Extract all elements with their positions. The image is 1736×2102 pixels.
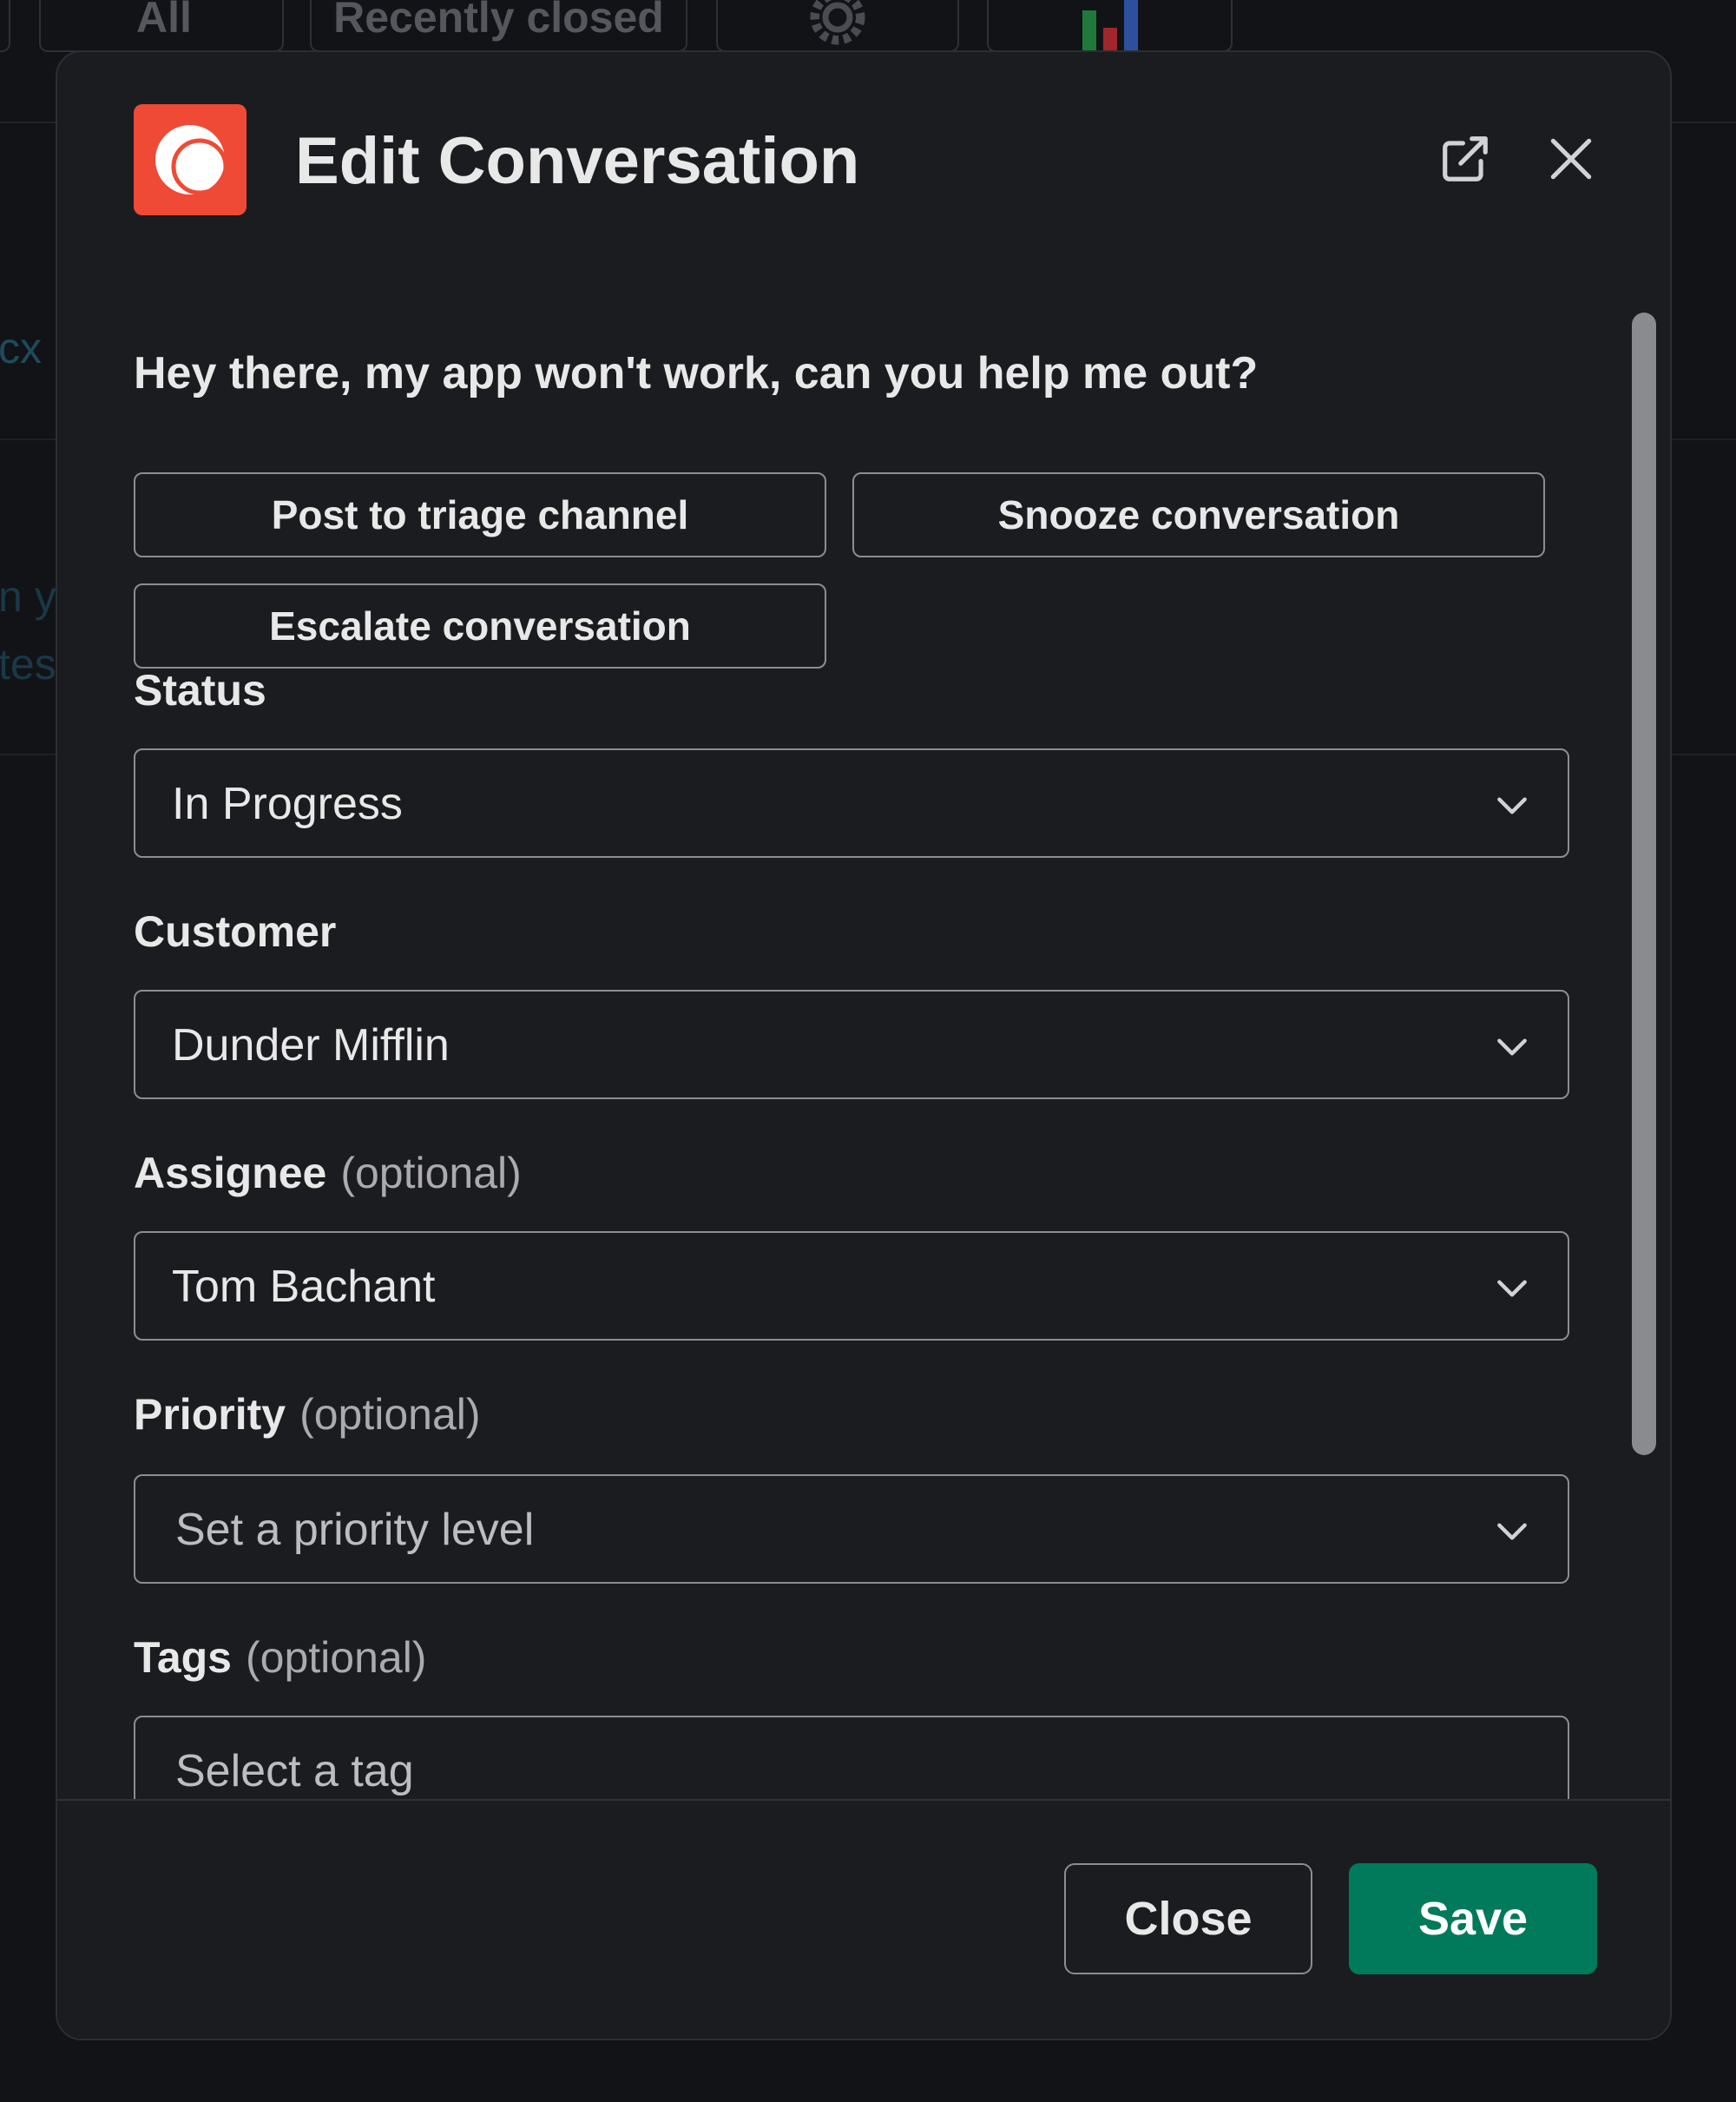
background-tab-settings[interactable] xyxy=(716,0,959,52)
post-to-triage-button[interactable]: Post to triage channel xyxy=(134,472,826,557)
modal-scrollbar[interactable] xyxy=(1632,313,1656,1455)
status-select[interactable]: In Progress xyxy=(134,748,1569,858)
background-text: n y xyxy=(0,572,56,621)
snooze-conversation-button[interactable]: Snooze conversation xyxy=(852,472,1545,557)
escalate-conversation-button[interactable]: Escalate conversation xyxy=(134,583,826,669)
optional-hint: (optional) xyxy=(299,1390,481,1439)
optional-hint: (optional) xyxy=(340,1149,522,1197)
background-text: tes xyxy=(0,640,56,689)
background-tab-all[interactable]: All xyxy=(39,0,284,52)
edit-conversation-modal: Edit Conversation Hey there, my app won'… xyxy=(56,50,1672,2040)
field-label-text: Customer xyxy=(134,907,337,956)
modal-header: Edit Conversation xyxy=(57,52,1670,260)
priority-placeholder: Set a priority level xyxy=(175,1505,535,1555)
status-value: In Progress xyxy=(172,779,403,829)
field-label-text: Status xyxy=(134,666,266,715)
field-label-text: Priority xyxy=(134,1390,286,1439)
priority-select[interactable]: Set a priority level xyxy=(134,1474,1569,1584)
background-tab-reports[interactable] xyxy=(987,0,1233,52)
optional-hint: (optional) xyxy=(246,1633,427,1682)
bar-chart-icon xyxy=(1082,0,1138,52)
background-text: cx xyxy=(0,324,42,372)
external-link-icon[interactable] xyxy=(1438,132,1492,186)
chevron-down-icon xyxy=(1497,1038,1527,1056)
tags-label: Tags (optional) xyxy=(134,1632,426,1683)
customer-label: Customer xyxy=(134,906,336,957)
modal-footer: Close Save xyxy=(57,1799,1670,2039)
gear-icon xyxy=(810,0,865,45)
background-tab-label: All xyxy=(136,0,192,42)
modal-body: Hey there, my app won't work, can you he… xyxy=(57,260,1670,1851)
modal-title: Edit Conversation xyxy=(295,124,860,198)
chevron-down-icon xyxy=(1497,1523,1527,1540)
customer-select[interactable]: Dunder Mifflin xyxy=(134,990,1569,1099)
conversation-message: Hey there, my app won't work, can you he… xyxy=(134,348,1259,399)
chevron-down-icon xyxy=(1497,797,1527,814)
close-button[interactable]: Close xyxy=(1064,1863,1312,1974)
assignee-select[interactable]: Tom Bachant xyxy=(134,1231,1569,1341)
background-tab-recently-closed[interactable]: Recently closed xyxy=(310,0,687,52)
tags-placeholder: Select a tag xyxy=(175,1746,414,1796)
status-label: Status xyxy=(134,665,266,715)
assignee-label: Assignee (optional) xyxy=(134,1148,522,1198)
background-tab-label: Recently closed xyxy=(333,0,664,42)
app-logo-icon xyxy=(134,104,247,215)
field-label-text: Tags xyxy=(134,1633,232,1682)
assignee-value: Tom Bachant xyxy=(172,1262,436,1312)
save-button[interactable]: Save xyxy=(1349,1863,1597,1974)
field-label-text: Assignee xyxy=(134,1149,327,1197)
background-tab xyxy=(0,0,10,52)
customer-value: Dunder Mifflin xyxy=(172,1020,450,1071)
chevron-down-icon xyxy=(1497,1280,1527,1297)
close-icon[interactable] xyxy=(1544,132,1598,186)
priority-label: Priority (optional) xyxy=(134,1389,481,1440)
